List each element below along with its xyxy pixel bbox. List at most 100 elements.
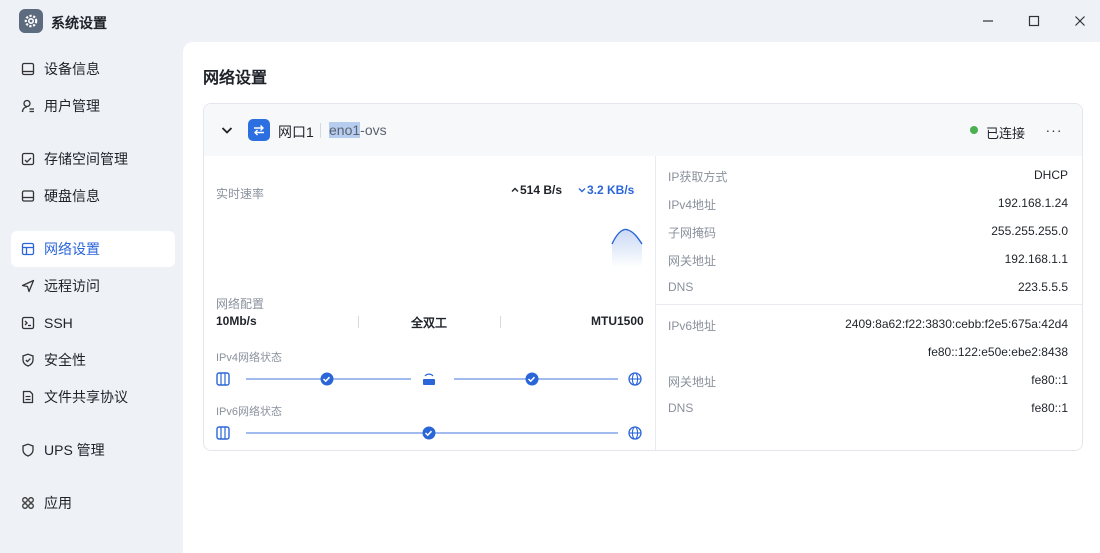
gear-icon (19, 9, 43, 33)
dns-value: 223.5.5.5 (1017, 280, 1068, 294)
ups-icon (20, 442, 36, 458)
terminal-icon (20, 315, 36, 331)
ipv6-gateway-label: 网关地址 (668, 375, 717, 389)
maximize-button[interactable] (1024, 11, 1044, 31)
remote-icon (20, 278, 36, 294)
upload-arrow-icon (511, 187, 519, 192)
gateway-value: 192.168.1.1 (1004, 252, 1068, 266)
main-content: 网络设置 网口1 eno1-ovs 已连接 ··· 实时速率 514 B/s 3… (183, 42, 1100, 553)
sidebar-item-label: 设备信息 (44, 61, 100, 77)
ipv4-status-diagram (216, 372, 642, 386)
speed-label: 实时速率 (216, 187, 265, 201)
sidebar-item-apps[interactable]: 应用 (11, 485, 175, 521)
chevron-down-icon[interactable] (219, 122, 235, 138)
globe-icon (628, 372, 642, 386)
status-dot (970, 126, 978, 134)
header-divider (320, 123, 321, 138)
config-divider (358, 316, 359, 328)
ipv6-dns-label: DNS (668, 401, 694, 415)
ipv6-link-local-value: fe80::122:e50e:ebe2:8438 (927, 345, 1068, 359)
ipv4-address-label: IPv4地址 (668, 198, 717, 212)
sidebar-item-label: 安全性 (44, 352, 86, 368)
ipv6-address-label: IPv6地址 (668, 319, 717, 333)
config-label: 网络配置 (216, 297, 265, 311)
sidebar-item-label: 应用 (44, 495, 72, 511)
gateway-label: 网关地址 (668, 254, 717, 268)
sidebar-item-network-settings[interactable]: 网络设置 (11, 231, 175, 267)
window-title: 系统设置 (51, 15, 107, 31)
check-circle-icon (525, 372, 539, 386)
download-arrow-icon (578, 188, 586, 193)
interface-name-suffix: -ovs (360, 122, 387, 138)
minimize-button[interactable] (978, 11, 998, 31)
disk-icon (20, 188, 36, 204)
port-header[interactable]: 网口1 eno1-ovs 已连接 ··· (204, 104, 1082, 156)
sidebar-item-label: 文件共享协议 (44, 389, 128, 405)
sidebar-item-label: 用户管理 (44, 98, 100, 114)
ipv6-dns-value: fe80::1 (1031, 401, 1068, 415)
router-icon (423, 373, 435, 385)
interface-name: eno1-ovs (329, 122, 387, 138)
sidebar-item-label: 存储空间管理 (44, 151, 128, 167)
ipv6-status-diagram (216, 426, 642, 440)
duplex-mode: 全双工 (411, 316, 448, 330)
storage-icon (20, 151, 36, 167)
ipv6-gateway-value: fe80::1 (1031, 373, 1068, 387)
minimize-icon (983, 20, 993, 22)
file-share-icon (20, 389, 36, 405)
device-icon (20, 61, 36, 77)
mtu-value: MTU1500 (591, 314, 644, 328)
sidebar-item-label: 网络设置 (44, 241, 100, 257)
sidebar-item-ups[interactable]: UPS 管理 (11, 432, 175, 468)
sidebar-item-file-share[interactable]: 文件共享协议 (11, 379, 175, 415)
sidebar-item-device-info[interactable]: 设备信息 (11, 51, 175, 87)
subnet-mask-value: 255.255.255.0 (991, 224, 1068, 238)
ip-method-value: DHCP (1033, 168, 1068, 182)
speed-sparkline (611, 228, 643, 268)
title-bar: 系统设置 (0, 0, 1100, 42)
download-speed: 3.2 KB/s (587, 183, 635, 197)
network-icon (20, 241, 36, 257)
close-icon (1075, 16, 1085, 26)
sidebar-item-label: SSH (44, 315, 73, 331)
sidebar-item-ssh[interactable]: SSH (11, 305, 175, 341)
shield-icon (20, 352, 36, 368)
ip-info-panel: IP获取方式 DHCP IPv4地址 192.168.1.24 子网掩码 255… (656, 156, 1082, 450)
more-options-button[interactable]: ··· (1044, 122, 1064, 138)
sidebar-item-disk-info[interactable]: 硬盘信息 (11, 178, 175, 214)
port-swap-icon (248, 119, 270, 141)
link-speed: 10Mb/s (216, 314, 257, 328)
globe-icon (628, 426, 642, 440)
ip-section-divider (656, 304, 1082, 305)
page-title: 网络设置 (203, 70, 268, 87)
apps-icon (20, 495, 36, 511)
subnet-mask-label: 子网掩码 (668, 226, 717, 240)
check-circle-icon (422, 426, 436, 440)
sidebar-item-remote-access[interactable]: 远程访问 (11, 268, 175, 304)
nas-device-icon (216, 426, 230, 440)
port-stats-panel: 实时速率 514 B/s 3.2 KB/s 网络配置 10Mb/s 全双工 MT… (204, 156, 655, 450)
interface-name-selected: eno1 (329, 122, 361, 138)
port-name: 网口1 (278, 124, 314, 140)
connection-status: 已连接 (986, 126, 1026, 141)
sidebar-item-user-management[interactable]: 用户管理 (11, 88, 175, 124)
sidebar-item-label: 硬盘信息 (44, 188, 100, 204)
ipv4-status-label: IPv4网络状态 (216, 352, 283, 364)
sidebar-item-security[interactable]: 安全性 (11, 342, 175, 378)
dns-label: DNS (668, 280, 694, 294)
network-port-card: 网口1 eno1-ovs 已连接 ··· 实时速率 514 B/s 3.2 KB… (203, 103, 1083, 451)
sidebar-item-storage[interactable]: 存储空间管理 (11, 141, 175, 177)
upload-speed: 514 B/s (520, 183, 563, 197)
sidebar-item-label: 远程访问 (44, 278, 100, 294)
nas-device-icon (216, 372, 230, 386)
ip-method-label: IP获取方式 (668, 170, 728, 184)
check-circle-icon (320, 372, 334, 386)
ipv6-status-label: IPv6网络状态 (216, 406, 283, 418)
ipv4-address-value: 192.168.1.24 (997, 196, 1068, 210)
close-button[interactable] (1070, 11, 1090, 31)
sidebar: 设备信息 用户管理 存储空间管理 硬盘信息 网络设置 远程访问 SSH 安全性 … (0, 42, 183, 553)
sidebar-item-label: UPS 管理 (44, 442, 105, 458)
ipv6-address-value: 2409:8a62:f22:3830:cebb:f2e5:675a:42d4 (845, 317, 1068, 331)
config-divider (500, 316, 501, 328)
maximize-icon (1028, 15, 1040, 27)
